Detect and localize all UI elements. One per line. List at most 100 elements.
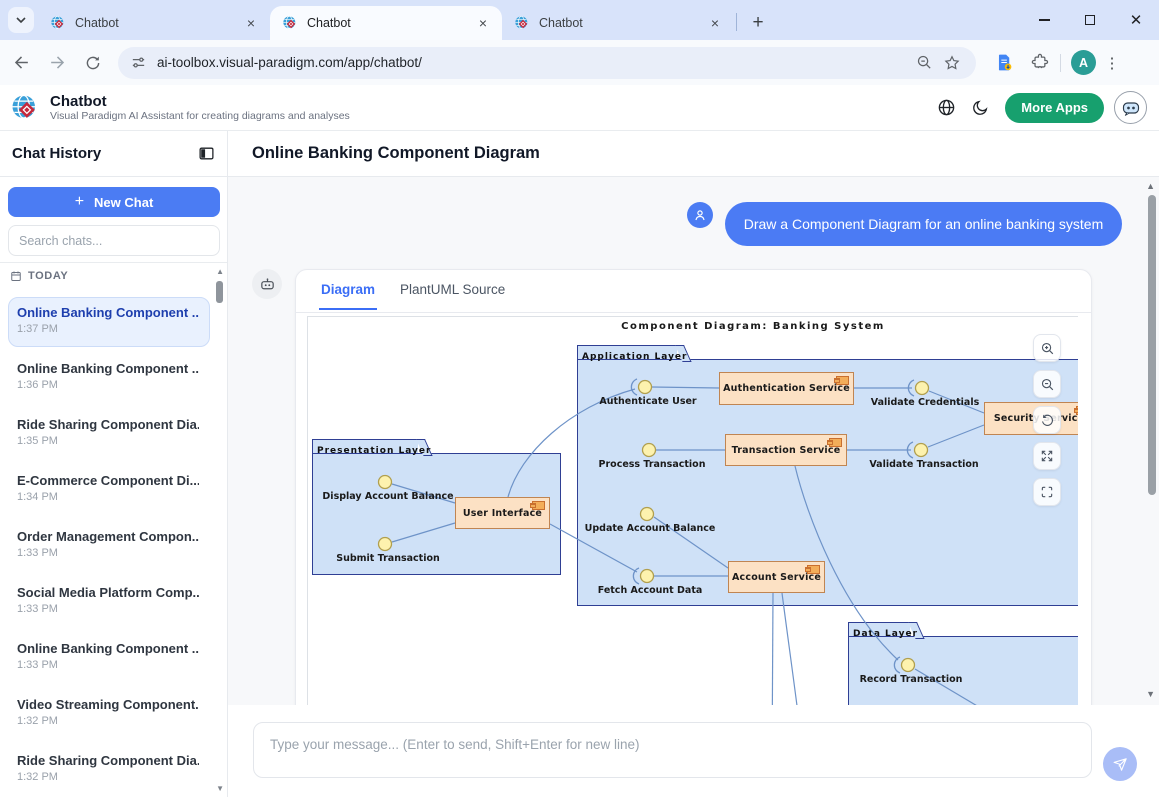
sidebar-scroll-down-arrow[interactable]: ▼ [216, 784, 224, 793]
chat-item-time: 1:33 PM [17, 603, 199, 615]
profile-avatar[interactable]: A [1071, 50, 1096, 75]
reset-view-button[interactable] [1033, 406, 1061, 434]
site-settings-icon[interactable] [130, 54, 147, 71]
fit-view-button[interactable] [1033, 478, 1061, 506]
robot-icon [259, 276, 276, 293]
forward-arrow-icon [48, 53, 67, 72]
tab-close-icon[interactable]: × [474, 14, 492, 32]
sidebar: Chat History + New Chat TODAY Online Ban… [0, 131, 228, 797]
bookmark-star-button[interactable] [938, 49, 966, 77]
window-minimize-button[interactable] [1021, 0, 1067, 40]
uml-component-icon [532, 501, 545, 510]
uml-interface-label: Submit Transaction [336, 553, 440, 564]
app-body: Chat History + New Chat TODAY Online Ban… [0, 131, 1159, 797]
tab-close-icon[interactable]: × [706, 14, 724, 32]
uml-interface-label: Authenticate User [599, 396, 696, 407]
language-button[interactable] [929, 91, 963, 125]
tab-title: Chatbot [75, 16, 242, 30]
collapse-sidebar-icon[interactable] [198, 145, 215, 162]
tab-close-icon[interactable]: × [242, 14, 260, 32]
sidebar-scroll-up-arrow[interactable]: ▲ [216, 267, 224, 276]
zoom-indicator-button[interactable] [910, 49, 938, 77]
uml-interface-label: Validate Transaction [869, 459, 978, 470]
browser-tab-1[interactable]: Chatbot × [38, 6, 270, 40]
chat-item-title: Order Management Compon... [17, 529, 199, 544]
chat-item-title: Online Banking Component ... [17, 305, 199, 320]
chat-scroll-area[interactable]: Draw a Component Diagram for an online b… [228, 177, 1159, 705]
chat-list: Online Banking Component ...1:37 PMOnlin… [8, 291, 210, 795]
forward-button[interactable] [42, 48, 72, 78]
chat-history-item[interactable]: Online Banking Component ...1:37 PM [8, 297, 210, 347]
assistant-button[interactable] [1114, 91, 1147, 124]
uml-interface-label: Validate Credentials [871, 397, 980, 408]
chat-history-item[interactable]: Video Streaming Component... 1:32 PM [8, 689, 210, 739]
browser-menu-button[interactable]: ⋮ [1100, 54, 1124, 72]
main-scroll-up-arrow[interactable]: ▲ [1146, 181, 1155, 191]
visual-paradigm-logo [10, 93, 40, 123]
visual-paradigm-favicon [50, 15, 66, 31]
chat-item-time: 1:35 PM [17, 435, 199, 447]
chat-history-item[interactable]: Order Management Compon... 1:33 PM [8, 521, 210, 571]
tab-diagram[interactable]: Diagram [321, 282, 375, 297]
extensions-button[interactable] [1026, 49, 1054, 77]
expand-icon [1040, 449, 1054, 463]
tab-plantuml-source[interactable]: PlantUML Source [400, 282, 505, 297]
reload-button[interactable] [78, 48, 108, 78]
chat-history-item[interactable]: Social Media Platform Comp...1:33 PM [8, 577, 210, 627]
uml-component: User Interface [455, 497, 550, 529]
chat-item-title: Video Streaming Component... [17, 697, 199, 712]
tab-title: Chatbot [307, 16, 474, 30]
chat-item-time: 1:36 PM [17, 379, 199, 391]
new-tab-button[interactable]: + [745, 10, 771, 36]
tab-separator [736, 13, 737, 31]
zoom-out-button[interactable] [1033, 370, 1061, 398]
main-panel: Online Banking Component Diagram Draw a … [228, 131, 1159, 797]
browser-tab-2-active[interactable]: Chatbot × [270, 6, 502, 40]
zoom-out-icon [1040, 377, 1055, 392]
sidebar-scrollbar-thumb[interactable] [216, 281, 223, 303]
browser-tab-3[interactable]: Chatbot × [502, 6, 734, 40]
chat-history-item[interactable]: E-Commerce Component Di...1:34 PM [8, 465, 210, 515]
main-scrollbar-thumb[interactable] [1148, 195, 1156, 495]
visual-paradigm-favicon [514, 15, 530, 31]
chat-history-item[interactable]: Ride Sharing Component Dia...1:32 PM [8, 745, 210, 795]
uml-component-icon [1076, 406, 1078, 415]
address-bar[interactable]: ai-toolbox.visual-paradigm.com/app/chatb… [118, 47, 976, 79]
url-text[interactable]: ai-toolbox.visual-paradigm.com/app/chatb… [157, 55, 910, 70]
reading-list-button[interactable] [990, 49, 1018, 77]
chat-history-item[interactable]: Online Banking Component ...1:33 PM [8, 633, 210, 683]
message-input-bar [228, 705, 1159, 797]
more-apps-button[interactable]: More Apps [1005, 93, 1104, 123]
chat-item-time: 1:33 PM [17, 547, 199, 559]
dark-mode-button[interactable] [963, 91, 997, 125]
chat-item-time: 1:32 PM [17, 715, 199, 727]
diagram-card: Diagram PlantUML Source Component Diagra… [295, 269, 1092, 705]
browser-window: Chatbot × Chatbot × Chatbot × + ✕ [0, 0, 1159, 797]
person-icon [692, 207, 708, 223]
chat-history-item[interactable]: Ride Sharing Component Dia...1:35 PM [8, 409, 210, 459]
chat-group-header: TODAY [10, 270, 68, 282]
window-close-button[interactable]: ✕ [1113, 0, 1159, 40]
diagram-connector-layer [308, 317, 1078, 705]
back-button[interactable] [6, 48, 36, 78]
uml-component: Authentication Service [719, 372, 854, 405]
uml-component: Transaction Service [725, 434, 847, 466]
send-button[interactable] [1103, 747, 1137, 781]
visual-paradigm-favicon [282, 15, 298, 31]
new-chat-button[interactable]: + New Chat [8, 187, 220, 217]
expand-button[interactable] [1033, 442, 1061, 470]
app-subtitle: Visual Paradigm AI Assistant for creatin… [50, 110, 350, 122]
reload-icon [84, 54, 102, 72]
app-title: Chatbot [50, 93, 350, 110]
tab-search-button[interactable] [8, 7, 34, 33]
uml-interface-label: Update Account Balance [585, 523, 716, 534]
window-maximize-button[interactable] [1067, 0, 1113, 40]
diagram-viewport[interactable]: Component Diagram: Banking System [307, 316, 1078, 705]
chat-history-item[interactable]: Online Banking Component ...1:36 PM [8, 353, 210, 403]
zoom-in-icon [1040, 341, 1055, 356]
zoom-in-button[interactable] [1033, 334, 1061, 362]
main-scroll-down-arrow[interactable]: ▼ [1146, 689, 1155, 699]
message-input[interactable] [253, 722, 1092, 778]
search-chats-input[interactable] [8, 225, 220, 256]
magnifier-minus-icon [916, 54, 933, 71]
